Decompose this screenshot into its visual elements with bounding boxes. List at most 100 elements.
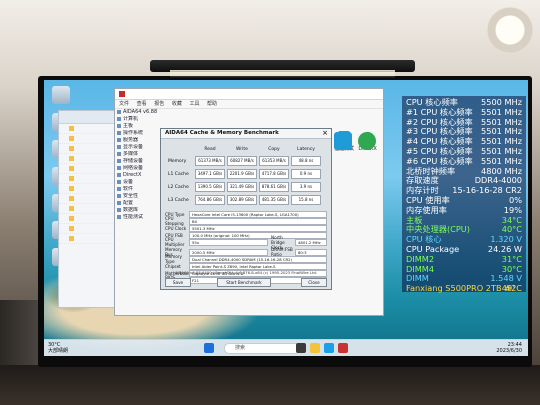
menu-item[interactable]: 报告 (154, 101, 164, 107)
tree-item[interactable]: 多媒体 (117, 151, 161, 158)
edge-icon[interactable] (324, 343, 334, 353)
tree-item[interactable]: 数据库 (117, 207, 161, 214)
menu-item[interactable]: 工具 (189, 101, 199, 107)
start-benchmark-button[interactable]: Start Benchmark (217, 278, 271, 287)
close-button[interactable]: Close (301, 278, 327, 287)
system-clock[interactable]: 23:44 2023/6/30 (496, 342, 522, 354)
aida64-logo-icon (119, 90, 125, 97)
folder-icon (69, 196, 74, 201)
tree-item[interactable]: DirectX (117, 172, 161, 179)
close-icon[interactable]: × (322, 129, 328, 138)
info-row: Memory Bus 2000.5 MHz DRAM:FSB Ratio 80:3 (165, 247, 327, 257)
result-cell: 302.89 GB/s (227, 195, 257, 205)
weather-desc: 大部晴朗 (48, 348, 69, 354)
table-row: L2 Cache 1390.5 GB/s 321.49 GB/s 878.61 … (167, 182, 321, 192)
table-row: Memory 61373 MB/s 60827 MB/s 61353 MB/s … (167, 156, 321, 166)
tree-item[interactable]: 显示设备 (117, 144, 161, 151)
folder-icon (69, 226, 74, 231)
task-view-icon[interactable] (296, 343, 306, 353)
xbox-shortcut-icon[interactable] (358, 132, 376, 150)
folder-icon (69, 146, 74, 151)
info-row: CPU Clock 5501.3 MHz (165, 224, 327, 232)
info-value: 100.0 MHz (original: 100 MHz) (189, 231, 327, 239)
clock-date: 2023/6/30 (496, 348, 522, 354)
info-value: Dual Channel DDR4-4000 SDRAM (15-16-16-2… (189, 255, 327, 263)
result-cell: 61353 MB/s (259, 156, 289, 166)
result-cell: 481.35 GB/s (259, 195, 289, 205)
folder-icon (69, 206, 74, 211)
navigation-tree: AIDA64 v6.88 计算机 主板 操作系统 服务器 显示设备 多媒体 存储… (117, 109, 161, 309)
info-label: CPU Stepping (165, 216, 184, 226)
info-label: CPU Clock (165, 225, 187, 231)
info-value: 55x (189, 238, 268, 246)
cache-memory-benchmark-dialog[interactable]: AIDA64 Cache & Memory Benchmark × Read W… (160, 128, 332, 290)
result-cell: 15.8 ns (291, 195, 321, 205)
row-label: L2 Cache (168, 184, 189, 190)
result-cell: 60827 MB/s (227, 156, 257, 166)
column-header: Copy (268, 147, 280, 152)
tree-item[interactable]: 软件 (117, 186, 161, 193)
info-label: Memory Type (165, 254, 183, 264)
start-icon[interactable] (204, 343, 214, 353)
result-cell: 61373 MB/s (195, 156, 225, 166)
row-label: Memory (168, 158, 187, 164)
row-label: L1 Cache (168, 171, 189, 177)
result-cell: 2201.9 GB/s (227, 169, 257, 179)
menu-item[interactable]: 收藏 (172, 101, 182, 107)
save-button[interactable]: Save (165, 278, 191, 287)
result-cell: 3497.1 GB/s (195, 169, 225, 179)
menu-bar: 文件 查看 报告 收藏 工具 帮助 (115, 100, 383, 109)
table-row: L1 Cache 3497.1 GB/s 2201.9 GB/s 4717.8 … (167, 169, 321, 179)
info-row: Chipset Intel Alder Point-S Z690, Intel R… (165, 262, 327, 270)
menu-item[interactable]: 帮助 (207, 101, 217, 107)
osd-value: 49°C (501, 283, 522, 294)
taskbar-search[interactable]: 搜索 (224, 343, 300, 354)
tree-item[interactable]: 网络设备 (117, 165, 161, 172)
table-header-row: Read Write Copy Latency (167, 146, 321, 153)
info-label: Chipset (165, 263, 181, 269)
dialog-title: AIDA64 Cache & Memory Benchmark × (161, 129, 331, 139)
tree-item[interactable]: 服务器 (117, 137, 161, 144)
benchmark-table: Read Write Copy Latency Memory 61373 MB/… (165, 143, 323, 208)
weather-widget[interactable]: 30°C 大部晴朗 (48, 342, 68, 354)
tree-item[interactable]: 计算机 (117, 116, 161, 123)
tree-item[interactable]: AIDA64 v6.88 (117, 109, 161, 116)
table-row: L3 Cache 764.86 GB/s 302.89 GB/s 481.35 … (167, 195, 321, 205)
benchmark-shortcut-icon[interactable] (334, 132, 352, 150)
column-header: Latency (297, 147, 315, 152)
cpu-info: CPU Type HexaCore Intel Core i5-13600 (Ra… (165, 210, 327, 250)
dialog-footer-text: AIDA64 v6.88.6400 / BenchDLL 4.6.876.8-x… (174, 270, 318, 275)
info-value: 80:3 (295, 248, 327, 256)
tree-item[interactable]: 主板 (117, 123, 161, 130)
tree-item[interactable]: 存储设备 (117, 158, 161, 165)
taskbar: 30°C 大部晴朗 搜索 23:44 2023/6/30 (44, 339, 528, 356)
tree-item[interactable]: 安全性 (117, 193, 161, 200)
tree-item[interactable]: 配置 (117, 200, 161, 207)
info-row: CPU Multiplier 55x North Bridge Clock 4801.… (165, 235, 327, 250)
folder-icon (69, 166, 74, 171)
desktop-icon[interactable] (52, 86, 70, 104)
result-cell: 4717.8 GB/s (259, 169, 289, 179)
ceiling-lamp (480, 0, 540, 60)
tree-item[interactable]: 设备 (117, 179, 161, 186)
lightbar-glow (170, 70, 395, 78)
info-row: CPU Type HexaCore Intel Core i5-13600 (Ra… (165, 210, 327, 218)
result-cell: 3.9 ns (291, 182, 321, 192)
file-explorer-icon[interactable] (310, 343, 320, 353)
result-cell: 321.49 GB/s (227, 182, 257, 192)
folder-icon (69, 236, 74, 241)
folder-icon (69, 126, 74, 131)
column-header: Read (204, 147, 216, 152)
info-value: B0 (189, 217, 327, 225)
aida64-osd-panel: CPU 核心频率 5500 MHz #1 CPU 核心频率 5501 MHz #2 CP… (402, 96, 526, 294)
tree-item[interactable]: 操作系统 (117, 130, 161, 137)
menu-item[interactable]: 查看 (137, 101, 147, 107)
menu-item[interactable]: 文件 (119, 101, 129, 107)
result-cell: 48.8 ns (291, 156, 321, 166)
info-value: 2000.5 MHz (189, 248, 268, 256)
aida64-taskbar-icon[interactable] (338, 343, 348, 353)
tree-item[interactable]: 性能测试 (117, 214, 161, 221)
row-label: L3 Cache (168, 197, 189, 203)
info-label: CPU Multiplier (165, 237, 185, 247)
info-value: HexaCore Intel Core i5-13600 (Raptor Lak… (189, 210, 327, 218)
